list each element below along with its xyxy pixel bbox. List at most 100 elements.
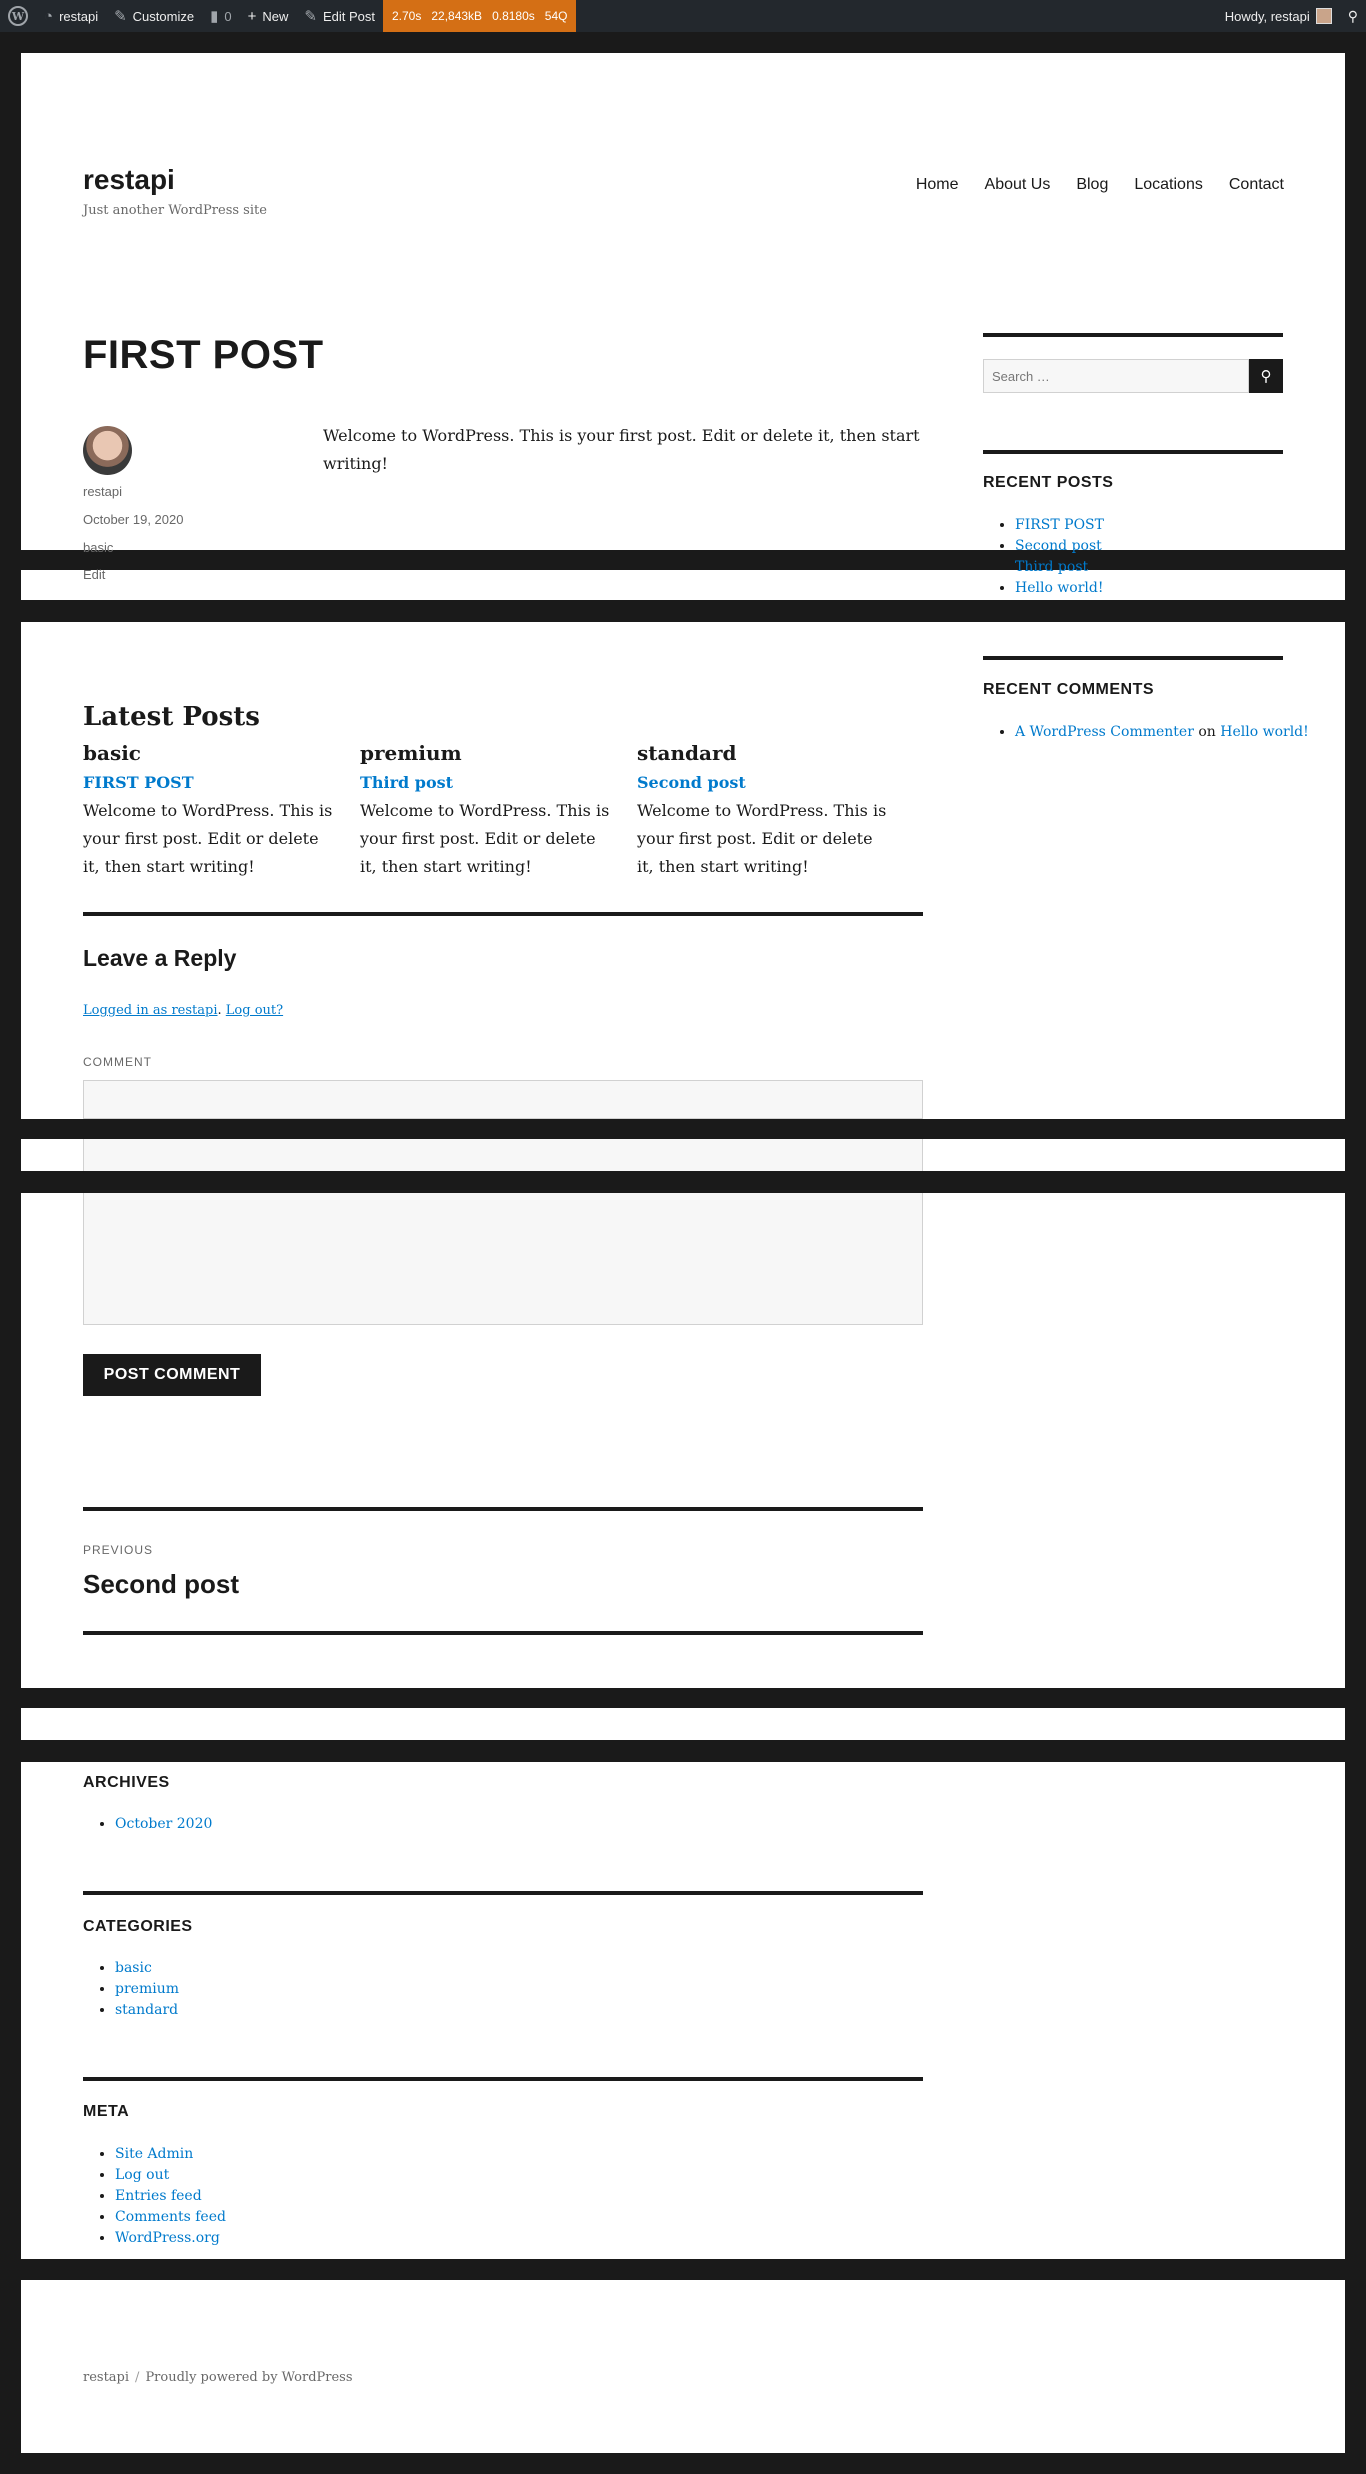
list-item: Site Admin xyxy=(115,2144,226,2165)
admin-bar-edit-post[interactable]: ✎ Edit Post xyxy=(296,0,383,32)
site-footer: restapi / Proudly powered by WordPress xyxy=(83,2370,353,2385)
query-monitor-stats[interactable]: 2.70s 22,843kB 0.8180s 54Q xyxy=(382,0,577,32)
category-link[interactable]: premium xyxy=(115,1981,179,1997)
reply-title: Leave a Reply xyxy=(83,945,237,971)
howdy-text: Howdy, restapi xyxy=(1224,8,1310,24)
list-item: Hello world! xyxy=(1015,578,1104,599)
qm-time: 2.70s xyxy=(391,9,422,23)
footer-site-link[interactable]: restapi xyxy=(83,2370,129,2385)
list-item: WordPress.org xyxy=(115,2228,226,2249)
meta-link[interactable]: Log out xyxy=(115,2167,169,2183)
column-category: premium xyxy=(360,741,462,765)
list-item: Entries feed xyxy=(115,2186,226,2207)
main-navigation: Home About Us Blog Locations Contact xyxy=(916,176,1284,194)
comment-bubble-icon: ▮ xyxy=(210,8,219,25)
recent-comments-title: RECENT COMMENTS xyxy=(983,681,1155,698)
qm-db-time: 0.8180s xyxy=(492,9,535,23)
comment-on-text: on xyxy=(1198,724,1216,740)
comment-textarea[interactable] xyxy=(83,1193,923,1325)
recent-post-link[interactable]: Hello world! xyxy=(1015,580,1104,596)
column-post-link[interactable]: Third post xyxy=(360,773,453,792)
section-divider xyxy=(83,1507,923,1511)
admin-bar-search[interactable]: ⚲ xyxy=(1340,0,1366,32)
footer-powered-link[interactable]: Proudly powered by WordPress xyxy=(145,2370,352,2385)
categories-list: basic premium standard xyxy=(99,1958,179,2021)
column-post-link[interactable]: FIRST POST xyxy=(83,773,194,792)
search-icon: ⚲ xyxy=(1347,7,1358,24)
column-category: standard xyxy=(637,741,737,765)
post-author[interactable]: restapi xyxy=(83,484,122,499)
latest-posts-column: standard Second post Welcome to WordPres… xyxy=(637,739,891,881)
recent-post-link[interactable]: FIRST POST xyxy=(1015,517,1104,533)
latest-posts-title: Latest Posts xyxy=(83,702,260,732)
page-band xyxy=(0,1171,1366,1193)
section-divider xyxy=(83,912,923,916)
qm-queries: 54Q xyxy=(544,9,568,23)
archive-link[interactable]: October 2020 xyxy=(115,1816,212,1832)
meta-link[interactable]: WordPress.org xyxy=(115,2230,220,2246)
site-title[interactable]: restapi xyxy=(83,164,175,196)
footer-separator: / xyxy=(135,2370,140,2385)
page-band xyxy=(0,550,1366,570)
punctuation: . xyxy=(217,1003,226,1018)
wp-logo-menu[interactable]: W xyxy=(0,0,36,32)
admin-bar-site-label: restapi xyxy=(59,8,99,24)
comment-textarea[interactable] xyxy=(83,1080,923,1119)
qm-memory: 22,843kB xyxy=(431,9,483,23)
log-out-link[interactable]: Log out? xyxy=(226,1003,283,1018)
search-submit-button[interactable]: ⚲ xyxy=(1249,359,1283,393)
post-date[interactable]: October 19, 2020 xyxy=(83,512,183,527)
recent-post-link[interactable]: Third post xyxy=(1015,559,1088,575)
meta-link[interactable]: Entries feed xyxy=(115,2188,202,2204)
comment-author-link[interactable]: A WordPress Commenter xyxy=(1015,724,1194,740)
admin-bar-site[interactable]: ◔ restapi xyxy=(36,0,106,32)
recent-posts-title: RECENT POSTS xyxy=(983,474,1114,491)
brush-icon: ✎ xyxy=(114,8,127,25)
column-category: basic xyxy=(83,741,141,765)
previous-label: PREVIOUS xyxy=(83,1543,154,1557)
comments-count: 0 xyxy=(224,8,232,24)
admin-bar-customize[interactable]: ✎ Customize xyxy=(106,0,202,32)
column-excerpt: Welcome to WordPress. This is your first… xyxy=(360,801,610,876)
comment-textarea[interactable] xyxy=(83,1139,923,1171)
widget-divider xyxy=(983,656,1283,660)
list-item: A WordPress Commenter on Hello world! xyxy=(1015,722,1309,743)
meta-link[interactable]: Comments feed xyxy=(115,2209,226,2225)
page-band xyxy=(0,1688,1366,1708)
search-input[interactable]: Search … xyxy=(983,359,1249,393)
nav-blog[interactable]: Blog xyxy=(1076,176,1108,194)
nav-contact[interactable]: Contact xyxy=(1229,176,1284,194)
page-panel-footer xyxy=(21,2280,1345,2453)
nav-home[interactable]: Home xyxy=(916,176,959,194)
column-post-link[interactable]: Second post xyxy=(637,773,746,792)
previous-post-link[interactable]: Second post xyxy=(83,1569,239,1600)
author-avatar xyxy=(83,426,132,475)
post-edit-link[interactable]: Edit xyxy=(83,567,105,582)
post-content: Welcome to WordPress. This is your first… xyxy=(323,426,920,473)
category-link[interactable]: standard xyxy=(115,2002,178,2018)
admin-bar-account[interactable]: Howdy, restapi xyxy=(1217,0,1340,32)
category-link[interactable]: basic xyxy=(115,1960,152,1976)
recent-post-link[interactable]: Second post xyxy=(1015,538,1102,554)
section-divider xyxy=(83,2077,923,2081)
list-item: Log out xyxy=(115,2165,226,2186)
nav-locations[interactable]: Locations xyxy=(1134,176,1203,194)
logged-in-link[interactable]: Logged in as restapi xyxy=(83,1003,218,1018)
latest-posts-column: basic FIRST POST Welcome to WordPress. T… xyxy=(83,739,337,881)
section-divider xyxy=(83,1631,923,1635)
page-band xyxy=(0,1740,1366,1762)
page-band xyxy=(0,1119,1366,1139)
admin-bar-customize-label: Customize xyxy=(132,8,195,24)
post-comment-button[interactable]: POST COMMENT xyxy=(83,1354,261,1396)
comment-post-link[interactable]: Hello world! xyxy=(1220,724,1309,740)
meta-link[interactable]: Site Admin xyxy=(115,2146,193,2162)
admin-bar-comments[interactable]: ▮ 0 xyxy=(202,0,240,32)
user-avatar-small xyxy=(1315,8,1332,24)
page-panel-strip xyxy=(21,570,1345,600)
list-item: standard xyxy=(115,2000,179,2021)
post-category[interactable]: basic xyxy=(83,540,113,555)
list-item: Second post xyxy=(1015,536,1104,557)
admin-bar-new[interactable]: + New xyxy=(240,0,297,32)
meta-list: Site Admin Log out Entries feed Comments… xyxy=(99,2144,226,2249)
nav-about-us[interactable]: About Us xyxy=(985,176,1051,194)
